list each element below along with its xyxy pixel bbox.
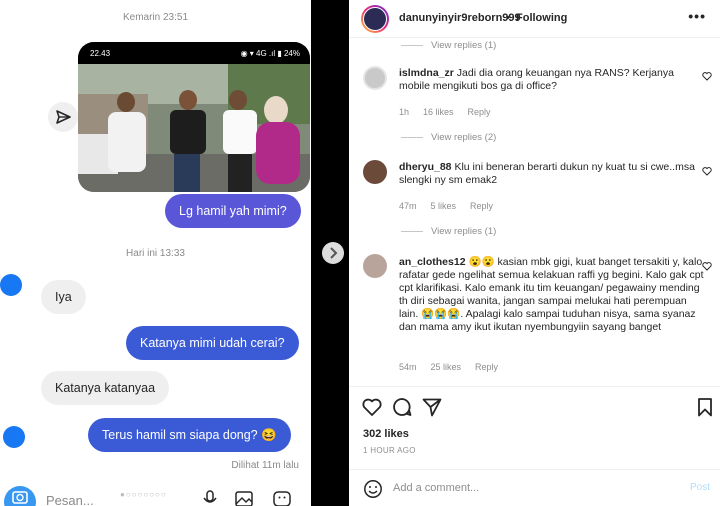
photo-status-bar: 22.43 ◉ ▾ 4G .ıl ▮ 24% (78, 42, 310, 64)
share-icon[interactable] (421, 396, 443, 418)
camera-icon (12, 491, 28, 504)
chat-timestamp: Kemarin 23:51 (122, 12, 189, 23)
commenter-avatar[interactable] (363, 254, 387, 278)
emoji-icon[interactable] (363, 479, 383, 499)
author-username[interactable]: danunyinyir9reborn999 (399, 12, 521, 24)
message-composer: Pesan... ●○○○○○○○ (0, 484, 311, 506)
post-comment-button[interactable]: Post (690, 482, 710, 493)
photo-status-indicators: ◉ ▾ 4G .ıl ▮ 24% (240, 49, 300, 58)
view-replies-link[interactable]: View replies (2) (401, 132, 496, 143)
comment-meta: 54m 25 likes Reply (399, 362, 512, 372)
comment-meta: 47m 5 likes Reply (399, 201, 507, 211)
comment-icon[interactable] (391, 396, 413, 418)
comment-text: islmdna_zr Jadi dia orang keuangan nya R… (399, 67, 674, 92)
shared-photo[interactable]: 22.43 ◉ ▾ 4G .ıl ▮ 24% (78, 42, 310, 192)
commenter-username[interactable]: dheryu_88 (399, 161, 452, 173)
comment-likes[interactable]: 16 likes (423, 107, 454, 117)
gallery-icon[interactable] (234, 490, 254, 506)
message-outgoing[interactable]: Katanya mimi udah cerai? (126, 326, 299, 360)
follow-button[interactable]: Following (516, 12, 567, 24)
comment-meta: 1h 16 likes Reply (399, 107, 505, 117)
chevron-right-icon (330, 247, 338, 259)
post-time: 1 HOUR AGO (363, 446, 416, 455)
commenter-avatar[interactable] (363, 160, 387, 184)
heart-icon[interactable] (702, 166, 712, 176)
heart-icon[interactable] (702, 71, 712, 81)
divider (349, 386, 720, 387)
commenter-avatar[interactable] (363, 66, 387, 90)
author-avatar[interactable] (361, 5, 389, 33)
view-replies-link[interactable]: View replies (1) (401, 226, 496, 237)
likes-count[interactable]: 302 likes (363, 428, 409, 440)
divider (349, 469, 720, 470)
photo-scene (78, 64, 310, 192)
microphone-icon[interactable] (200, 490, 220, 506)
contact-avatar[interactable] (3, 426, 25, 448)
reply-button[interactable]: Reply (470, 201, 493, 211)
next-media-button[interactable] (322, 242, 344, 264)
comment-text: an_clothes12 😮😮 kasian mbk gigi, kuat ba… (399, 256, 704, 333)
pagination-dots: ●○○○○○○○ (120, 490, 167, 499)
message-incoming[interactable]: Katanya katanyaa (41, 371, 170, 405)
send-icon (56, 110, 71, 124)
message-outgoing[interactable]: Terus hamil sm siapa dong? 😆 (88, 418, 291, 452)
comment-likes[interactable]: 5 likes (431, 201, 457, 211)
seen-status: Dilihat 11m lalu (231, 460, 299, 471)
chat-timestamp: Hari ini 13:33 (126, 248, 185, 259)
message-input[interactable]: Pesan... (46, 493, 94, 506)
chat-screenshot: Kemarin 23:51 22.43 ◉ ▾ 4G .ıl ▮ 24% Lg … (0, 0, 311, 506)
commenter-username[interactable]: an_clothes12 (399, 256, 466, 268)
comment-time: 47m (399, 201, 417, 211)
post-header: danunyinyir9reborn999 • Following ••• (349, 0, 720, 38)
more-options-icon[interactable]: ••• (688, 8, 706, 24)
message-incoming[interactable]: Iya (41, 280, 86, 314)
photo-status-time: 22.43 (90, 49, 111, 58)
comment-text: dheryu_88 Klu ini beneran berarti dukun … (399, 161, 695, 186)
camera-button[interactable] (4, 486, 36, 506)
view-replies-link[interactable]: View replies (1) (401, 40, 496, 51)
commenter-username[interactable]: islmdna_zr (399, 67, 454, 79)
share-button[interactable] (48, 102, 78, 132)
separator-dot: • (506, 12, 510, 24)
comment-likes[interactable]: 25 likes (431, 362, 462, 372)
heart-icon[interactable] (702, 261, 712, 271)
add-comment-input[interactable]: Add a comment... (393, 482, 479, 494)
like-icon[interactable] (361, 396, 383, 418)
reply-button[interactable]: Reply (468, 107, 491, 117)
sticker-icon[interactable] (272, 490, 292, 506)
comment-time: 54m (399, 362, 417, 372)
message-outgoing[interactable]: Lg hamil yah mimi? (165, 194, 301, 228)
save-bookmark-icon[interactable] (694, 396, 716, 418)
post-panel: danunyinyir9reborn999 • Following ••• Vi… (349, 0, 720, 506)
comment-time: 1h (399, 107, 410, 117)
contact-avatar[interactable] (0, 274, 22, 296)
reply-button[interactable]: Reply (475, 362, 498, 372)
